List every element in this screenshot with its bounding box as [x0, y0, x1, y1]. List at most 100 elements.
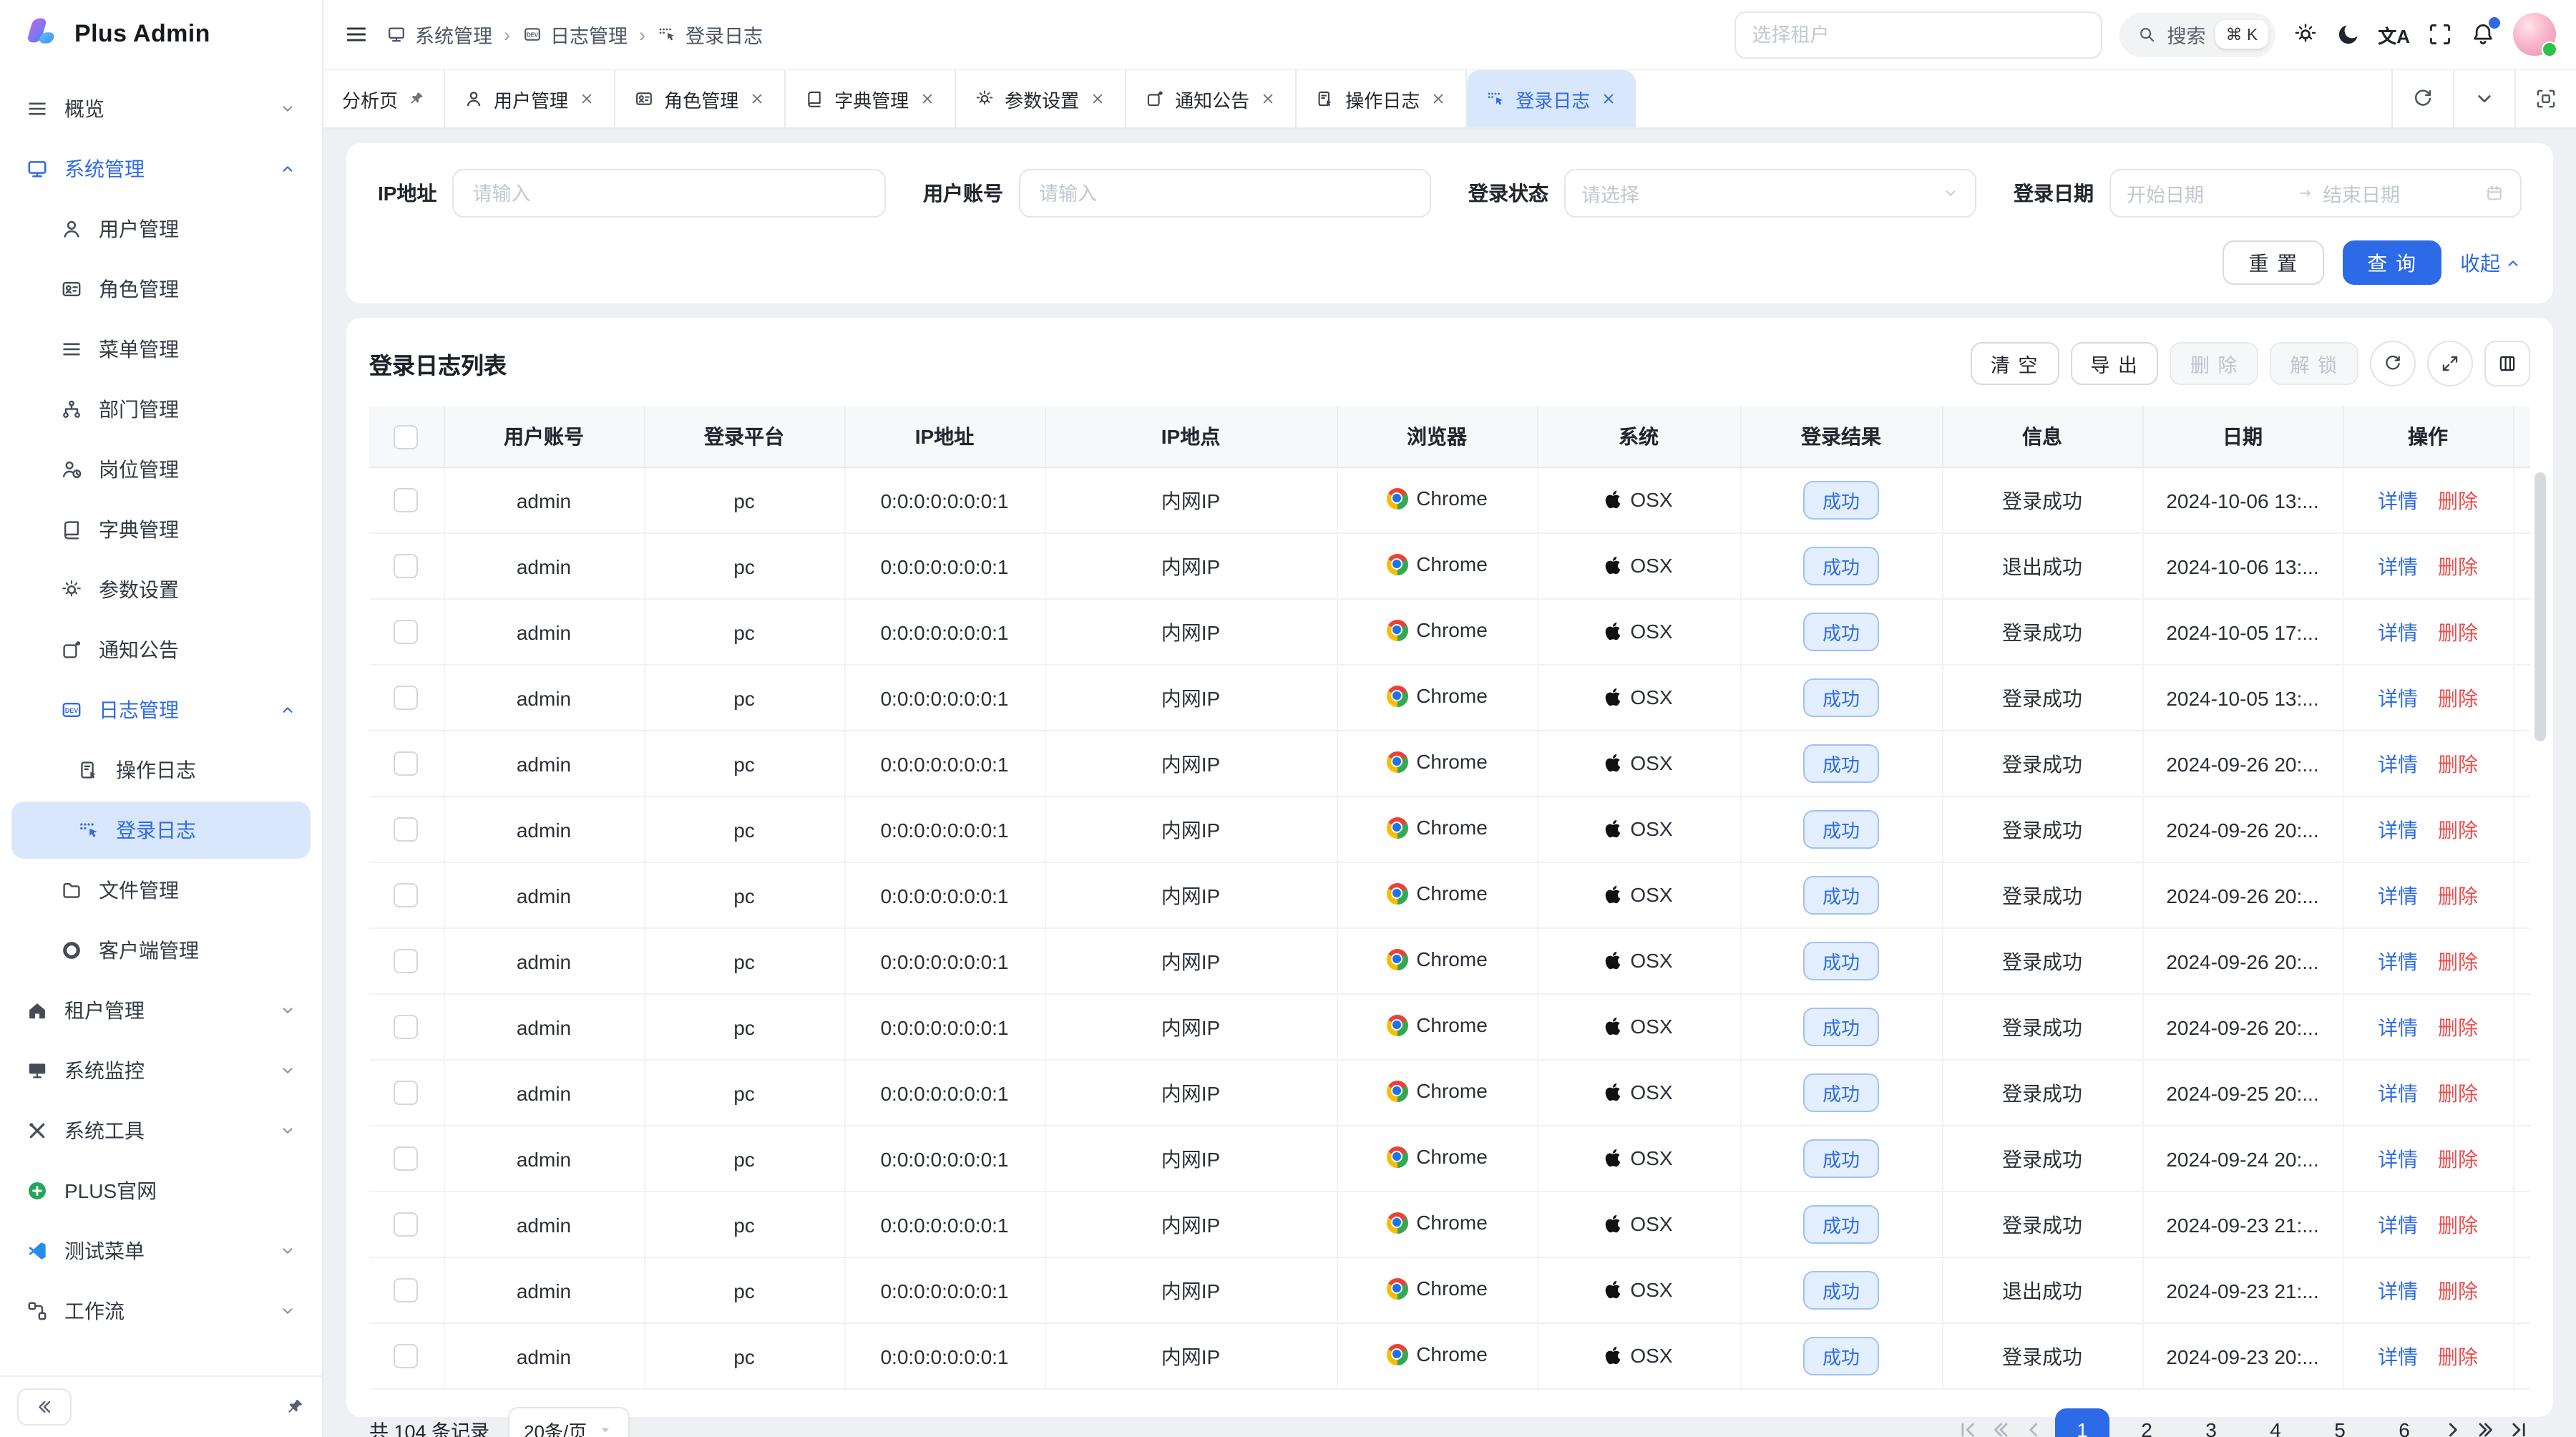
global-search[interactable]: 搜索 ⌘ K	[2119, 12, 2275, 57]
sidebar-collapse-button[interactable]	[17, 1388, 72, 1426]
column-settings-button[interactable]	[2484, 341, 2530, 386]
close-icon[interactable]	[919, 90, 936, 107]
row-checkbox[interactable]	[394, 1279, 419, 1303]
action-detail[interactable]: 详情	[2378, 555, 2418, 578]
action-detail[interactable]: 详情	[2378, 489, 2418, 512]
page-3-button[interactable]: 3	[2184, 1408, 2238, 1437]
row-checkbox[interactable]	[394, 1213, 419, 1237]
close-icon[interactable]	[1259, 90, 1277, 107]
page-back-10-button[interactable]	[1989, 1418, 2012, 1437]
sidebar-item-overview[interactable]: 概览	[11, 80, 311, 137]
action-detail[interactable]: 详情	[2378, 950, 2418, 973]
sidebar-item-operation-log[interactable]: 操作日志	[11, 741, 311, 799]
status-select[interactable]: 请选择	[1564, 169, 1976, 218]
row-checkbox[interactable]	[394, 950, 419, 974]
avatar[interactable]	[2513, 13, 2556, 56]
action-detail[interactable]: 详情	[2378, 752, 2418, 775]
menu-toggle-icon[interactable]	[343, 21, 369, 47]
action-detail[interactable]: 详情	[2378, 1015, 2418, 1038]
tab-roles[interactable]: 角色管理	[615, 70, 786, 127]
sidebar-item-menus[interactable]: 菜单管理	[11, 321, 311, 378]
select-all-checkbox[interactable]	[394, 425, 419, 449]
page-4-button[interactable]: 4	[2248, 1408, 2303, 1437]
action-delete[interactable]: 删除	[2438, 752, 2478, 775]
action-detail[interactable]: 详情	[2378, 1345, 2418, 1368]
page-1-button[interactable]: 1	[2055, 1408, 2109, 1437]
clear-button[interactable]: 清 空	[1971, 342, 2059, 385]
sidebar-item-users[interactable]: 用户管理	[11, 200, 311, 258]
close-icon[interactable]	[578, 90, 595, 107]
tab-analysis[interactable]: 分析页	[323, 70, 445, 127]
action-detail[interactable]: 详情	[2378, 1213, 2418, 1236]
sidebar-item-clients[interactable]: 客户端管理	[11, 922, 311, 979]
refresh-button[interactable]	[2370, 341, 2416, 386]
row-checkbox[interactable]	[394, 686, 419, 711]
export-button[interactable]: 导 出	[2070, 342, 2159, 385]
page-5-button[interactable]: 5	[2313, 1408, 2367, 1437]
page-first-button[interactable]	[1956, 1418, 1979, 1437]
tab-dropdown-button[interactable]	[2453, 70, 2514, 127]
table-scrollbar-thumb[interactable]	[2534, 472, 2546, 741]
tab-dictionary[interactable]: 字典管理	[786, 70, 956, 127]
sidebar-item-files[interactable]: 文件管理	[11, 862, 311, 919]
action-delete[interactable]: 删除	[2438, 950, 2478, 973]
close-icon[interactable]	[748, 90, 766, 107]
breadcrumb-log-management[interactable]: 日志管理	[522, 20, 628, 49]
tenant-select[interactable]	[1735, 11, 2102, 58]
sidebar-item-test-menu[interactable]: 测试菜单	[11, 1222, 311, 1280]
page-size-select[interactable]: 20条/页	[508, 1407, 630, 1437]
action-delete[interactable]: 删除	[2438, 884, 2478, 907]
tab-notices[interactable]: 通知公告	[1126, 70, 1297, 127]
account-input[interactable]	[1036, 181, 1414, 205]
page-last-button[interactable]	[2507, 1418, 2530, 1437]
row-checkbox[interactable]	[394, 489, 419, 513]
action-delete[interactable]: 删除	[2438, 686, 2478, 709]
date-range-picker[interactable]: 开始日期 结束日期	[2109, 169, 2522, 218]
action-detail[interactable]: 详情	[2378, 818, 2418, 841]
action-delete[interactable]: 删除	[2438, 1279, 2478, 1302]
action-detail[interactable]: 详情	[2378, 1279, 2418, 1302]
tab-parameters[interactable]: 参数设置	[956, 70, 1126, 127]
tab-refresh-button[interactable]	[2391, 70, 2453, 127]
page-2-button[interactable]: 2	[2119, 1408, 2174, 1437]
sidebar-item-login-log[interactable]: 登录日志	[11, 802, 311, 859]
action-delete[interactable]: 删除	[2438, 1345, 2478, 1368]
action-detail[interactable]: 详情	[2378, 1147, 2418, 1170]
sidebar-item-dictionary[interactable]: 字典管理	[11, 501, 311, 558]
action-delete[interactable]: 删除	[2438, 620, 2478, 643]
row-checkbox[interactable]	[394, 818, 419, 842]
row-checkbox[interactable]	[394, 1345, 419, 1369]
action-delete[interactable]: 删除	[2438, 489, 2478, 512]
action-delete[interactable]: 删除	[2438, 1147, 2478, 1170]
expand-table-button[interactable]	[2427, 341, 2473, 386]
action-detail[interactable]: 详情	[2378, 1081, 2418, 1104]
fullscreen-icon[interactable]	[2427, 21, 2453, 47]
pin-icon[interactable]	[285, 1397, 305, 1417]
dark-mode-moon-icon[interactable]	[2335, 21, 2361, 47]
row-checkbox[interactable]	[394, 1147, 419, 1171]
sidebar-item-tenants[interactable]: 租户管理	[11, 982, 311, 1039]
page-6-button[interactable]: 6	[2377, 1408, 2431, 1437]
reset-button[interactable]: 重 置	[2223, 240, 2324, 285]
settings-gear-icon[interactable]	[2292, 21, 2318, 47]
row-checkbox[interactable]	[394, 752, 419, 776]
action-detail[interactable]: 详情	[2378, 884, 2418, 907]
sidebar-item-monitoring[interactable]: 系统监控	[11, 1042, 311, 1099]
breadcrumb-login-log[interactable]: 登录日志	[657, 20, 763, 49]
sidebar-item-departments[interactable]: 部门管理	[11, 381, 311, 438]
tab-users[interactable]: 用户管理	[445, 70, 615, 127]
sidebar-item-notices[interactable]: 通知公告	[11, 621, 311, 678]
sidebar-item-plus-site[interactable]: PLUS官网	[11, 1162, 311, 1219]
row-checkbox[interactable]	[394, 1081, 419, 1106]
search-button[interactable]: 查 询	[2343, 240, 2441, 285]
breadcrumb-system[interactable]: 系统管理	[386, 20, 492, 49]
delete-button[interactable]: 删 除	[2170, 342, 2259, 385]
close-icon[interactable]	[1600, 90, 1617, 107]
tab-operation-log[interactable]: 操作日志	[1297, 70, 1467, 127]
sidebar-item-roles[interactable]: 角色管理	[11, 260, 311, 318]
sidebar-item-workflow[interactable]: 工作流	[11, 1282, 311, 1340]
sidebar-item-log-management[interactable]: 日志管理	[11, 681, 311, 739]
ip-input[interactable]	[469, 181, 869, 205]
action-detail[interactable]: 详情	[2378, 620, 2418, 643]
row-checkbox[interactable]	[394, 1015, 419, 1040]
